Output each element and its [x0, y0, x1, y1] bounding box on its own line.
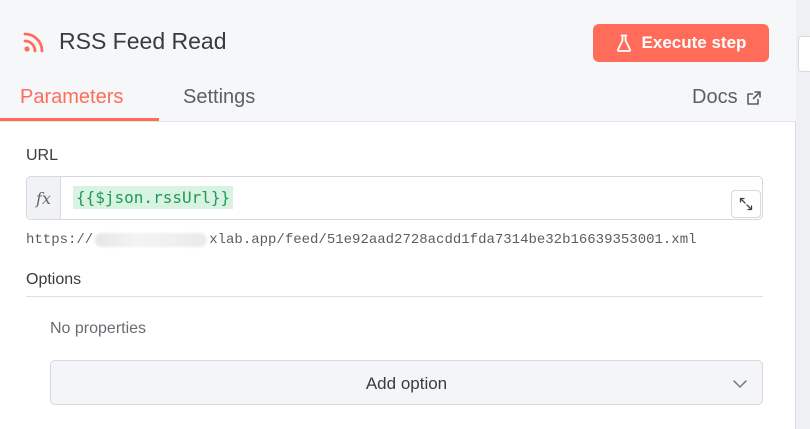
docs-label: Docs [692, 86, 738, 108]
open-expression-editor-button[interactable] [731, 190, 761, 218]
resolved-url-suffix: xlab.app/feed/51e92aad2728acdd1fda7314be… [209, 232, 697, 248]
canvas-edge-tab [798, 36, 810, 72]
flask-icon [616, 34, 631, 52]
external-link-icon [746, 90, 761, 105]
node-title[interactable]: RSS Feed Read [59, 28, 226, 55]
canvas-background [796, 0, 810, 429]
add-option-dropdown[interactable]: Add option [50, 360, 763, 405]
url-label: URL [26, 147, 59, 164]
url-expression-field[interactable]: fx {{$json.rssUrl}} [26, 176, 763, 220]
execute-step-button[interactable]: Execute step [593, 24, 769, 62]
redacted-region [95, 233, 208, 247]
chevron-down-icon [733, 380, 747, 388]
tab-parameters[interactable]: Parameters [20, 86, 123, 109]
node-details-panel: RSS Feed Read Execute step Parameters Se… [0, 0, 796, 429]
fx-icon: fx [27, 177, 61, 219]
options-label: Options [26, 271, 82, 288]
docs-link[interactable]: Docs [692, 86, 762, 109]
panel-header: RSS Feed Read Execute step Parameters Se… [0, 0, 796, 122]
resolved-url-preview: https:// xlab.app/feed/51e92aad2728acdd1… [26, 232, 697, 248]
url-expression[interactable]: {{$json.rssUrl}} [73, 186, 234, 209]
execute-step-label: Execute step [641, 33, 747, 52]
options-divider [26, 296, 763, 297]
add-option-label: Add option [365, 374, 448, 393]
no-properties-text: No properties [50, 320, 147, 337]
rss-icon [23, 32, 44, 53]
tab-settings[interactable]: Settings [183, 86, 255, 109]
expand-icon [739, 197, 753, 211]
resolved-url-prefix: https:// [26, 232, 94, 248]
active-tab-indicator [0, 118, 159, 121]
